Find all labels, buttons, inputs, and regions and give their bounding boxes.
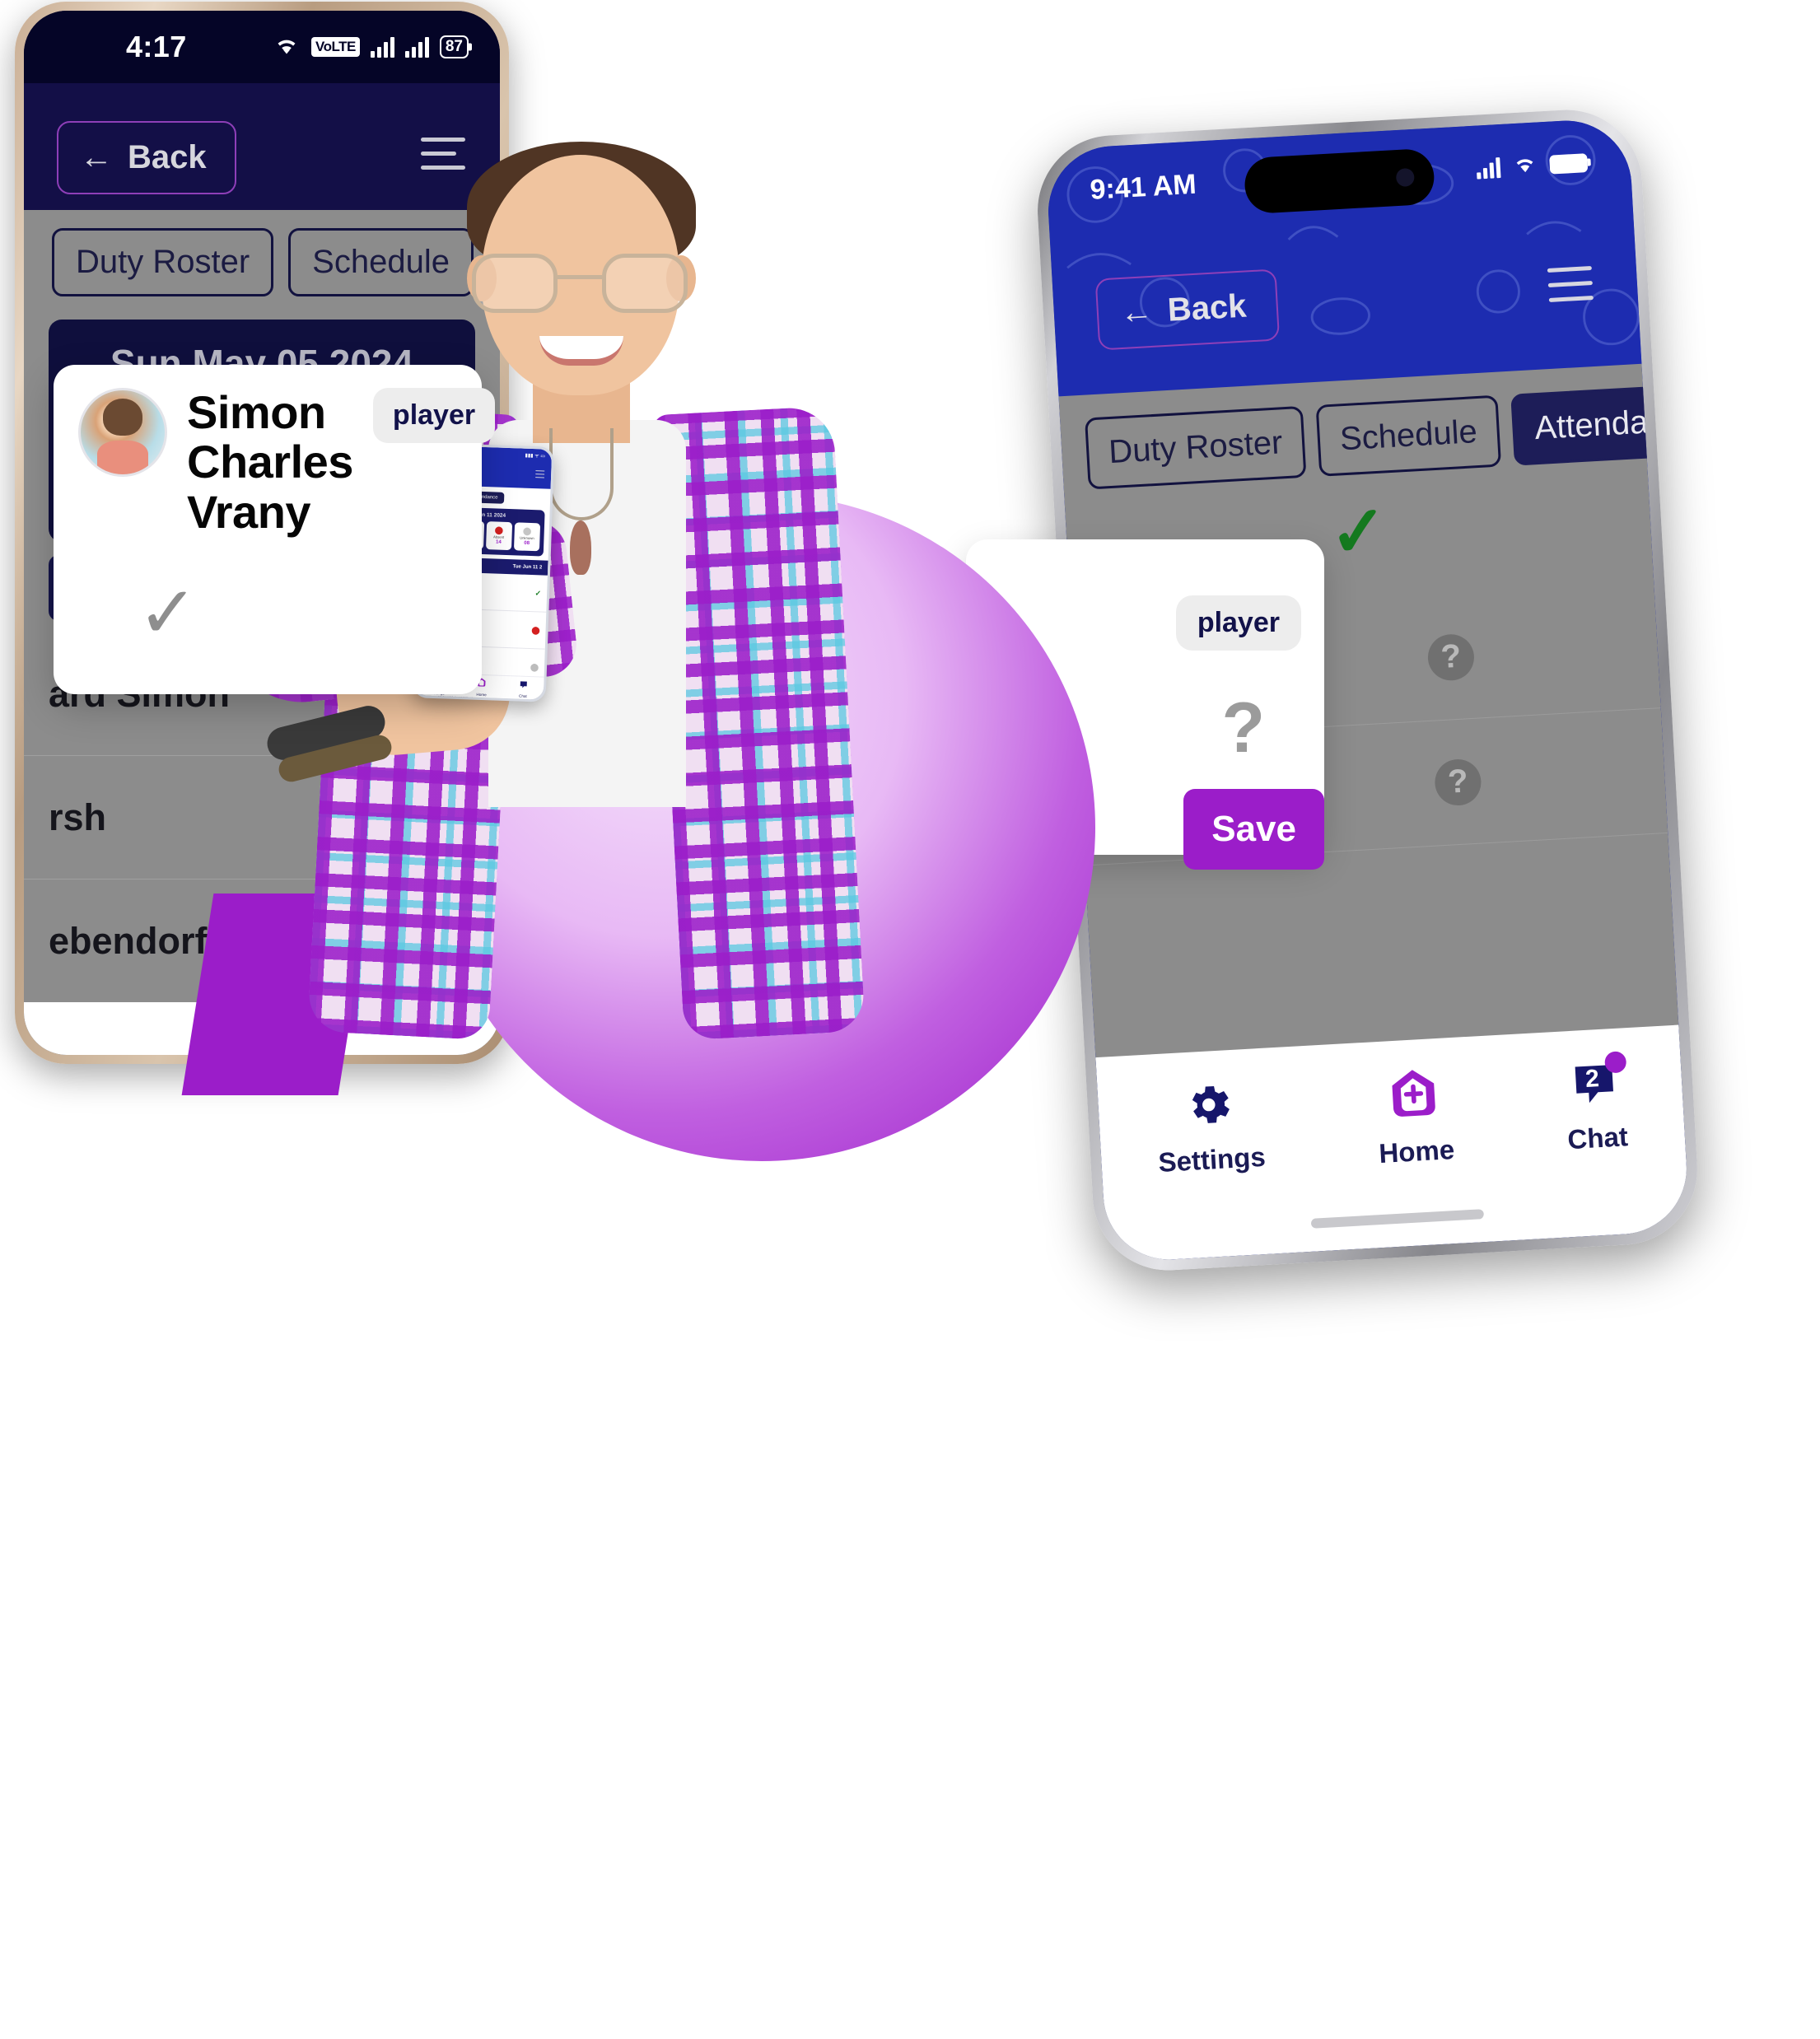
stat-label: Absent [493, 534, 505, 539]
hamburger-menu-icon[interactable] [1547, 266, 1594, 302]
stat-label: Unknown [520, 535, 534, 541]
chat-bubble-icon: 2 [1569, 1051, 1627, 1114]
list-header-right: Tue Jun 11 2 [512, 564, 543, 571]
check-outline-icon[interactable]: ✓ [138, 576, 457, 649]
nav-item-chat[interactable]: 2 Chat [1563, 1051, 1629, 1155]
battery-full-icon [1549, 152, 1589, 175]
tab-schedule[interactable]: Schedule [1315, 394, 1502, 477]
question-icon[interactable]: ⬤ [530, 663, 539, 671]
volte-icon: VoLTE [311, 37, 360, 57]
avatar [78, 388, 167, 477]
home-indicator[interactable] [1310, 1209, 1484, 1229]
stat-value: 08 [524, 540, 530, 546]
home-plus-icon [1387, 1066, 1441, 1127]
screenshot-stage: 4:17 VoLTE 87 ← Back Duty Roster Schedul… [0, 0, 1820, 2039]
stat-absent[interactable]: ⬤ Absent 14 [485, 521, 512, 551]
status-time: 9:41 AM [1089, 168, 1197, 206]
arrow-left-icon: ← [80, 139, 113, 175]
question-icon[interactable]: ? [1433, 758, 1482, 807]
iphone-header: 9:41 AM ← Back [1044, 117, 1642, 397]
android-status-bar: 4:17 VoLTE 87 [24, 11, 500, 83]
nav-label: Home [476, 692, 487, 697]
nav-label: Chat [1566, 1121, 1629, 1155]
chat-badge-dot [1604, 1051, 1627, 1074]
wifi-icon [1511, 153, 1539, 179]
nav-item-settings[interactable]: Settings [1154, 1076, 1267, 1178]
back-button-label: Back [1166, 287, 1248, 329]
cross-icon: ⬤ [494, 525, 504, 534]
nav-label: Home [1378, 1134, 1456, 1169]
iphone-nav-bar: ← Back [1050, 203, 1641, 388]
gear-icon [1182, 1078, 1236, 1136]
signal-bars-icon [370, 36, 394, 58]
question-mark-icon: ? [1221, 688, 1265, 768]
card-header: Simon Charles Vrany player [78, 386, 496, 538]
nav-label: Settings [1157, 1141, 1267, 1178]
member-name: Simon Charles Vrany [187, 386, 353, 538]
signal-bars-icon-2 [404, 36, 429, 58]
status-system-icons: VoLTE 87 [273, 35, 469, 60]
stat-value: 14 [495, 539, 502, 545]
save-button[interactable]: Save [1183, 789, 1324, 870]
cross-icon[interactable]: ⬤ [531, 626, 539, 634]
pendant [570, 520, 591, 575]
check-icon[interactable]: ✓ [534, 589, 541, 597]
battery-icon: 87 [439, 35, 469, 58]
status-time: 4:17 [126, 30, 187, 63]
nav-item-home[interactable]: Home [1374, 1066, 1455, 1169]
necklace [549, 428, 614, 520]
nav-label: Chat [518, 693, 527, 698]
arrow-left-icon: ← [1118, 292, 1155, 332]
question-icon[interactable]: ? [1426, 632, 1476, 682]
status-system-icons: ▮▮▮ ᯤ ▭ [525, 453, 546, 460]
nav-item-chat[interactable]: Chat [518, 678, 528, 698]
signal-bars-icon [1476, 156, 1501, 180]
tab-attendance[interactable]: Attendance [1510, 382, 1691, 466]
back-button[interactable]: ← Back [1094, 268, 1280, 351]
bottom-navigation-bar: Settings Home 2 Chat [1095, 1024, 1691, 1263]
status-system-icons [1476, 151, 1589, 180]
chat-bubble-icon [519, 678, 529, 693]
chat-unread-count: 2 [1584, 1065, 1600, 1093]
hamburger-menu-icon[interactable] [535, 470, 545, 480]
tab-duty-roster[interactable]: Duty Roster [1085, 405, 1307, 490]
glasses-icon [472, 254, 688, 313]
role-badge: player [1175, 595, 1301, 651]
stat-unknown[interactable]: ⬤ Unknown 08 [513, 522, 541, 552]
attendance-popup-card-left: Simon Charles Vrany player ✓ [54, 365, 496, 694]
role-badge: player [372, 388, 496, 443]
wifi-icon [273, 35, 301, 60]
question-icon: ⬤ [522, 526, 532, 535]
